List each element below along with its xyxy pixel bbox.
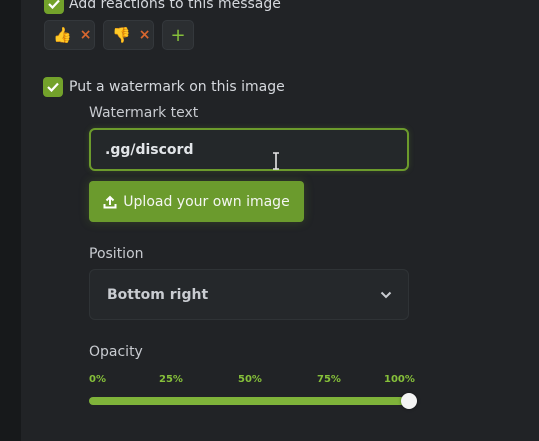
upload-image-button[interactable]: Upload your own image [89,181,304,222]
text-cursor-icon [273,152,279,170]
opacity-tick-100: 100% [384,374,415,385]
opacity-tick-75: 75% [317,374,341,385]
reactions-checkbox[interactable] [44,0,64,14]
reaction-chip-thumbs-down[interactable]: 👎 × [103,20,154,50]
upload-icon [103,195,117,208]
check-icon [48,0,60,9]
thumbs-up-icon: 👍 [53,25,72,44]
opacity-tick-50: 50% [238,374,262,385]
remove-reaction-icon[interactable]: × [139,27,151,43]
reaction-chip-thumbs-up[interactable]: 👍 × [44,20,95,50]
left-rail [0,0,21,441]
opacity-slider-thumb[interactable] [401,393,417,409]
reactions-checkbox-label: Add reactions to this message [69,0,281,12]
opacity-slider-fill [89,397,409,405]
watermark-checkbox-label: Put a watermark on this image [69,79,285,95]
watermark-checkbox[interactable] [43,77,63,97]
watermark-text-input[interactable] [89,128,409,171]
position-select-value: Bottom right [107,286,209,303]
opacity-tick-0: 0% [89,374,106,385]
add-reaction-button[interactable]: + [162,20,194,50]
opacity-slider-track[interactable] [89,397,409,405]
position-select[interactable]: Bottom right [89,269,409,320]
watermark-text-label: Watermark text [89,105,199,121]
thumbs-down-icon: 👎 [112,25,131,44]
opacity-label: Opacity [89,344,143,360]
chevron-down-icon [380,291,392,298]
position-label: Position [89,246,144,262]
check-icon [47,82,59,92]
opacity-tick-25: 25% [159,374,183,385]
remove-reaction-icon[interactable]: × [80,27,92,43]
upload-image-label: Upload your own image [123,193,290,210]
